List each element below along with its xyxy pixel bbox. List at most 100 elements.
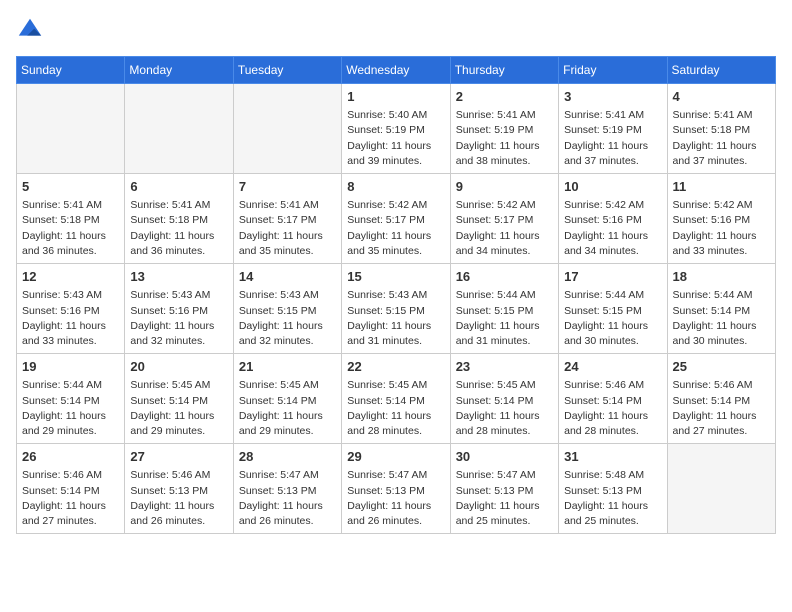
day-number: 12: [22, 268, 119, 286]
calendar-cell: 16 Sunrise: 5:44 AM Sunset: 5:15 PM Dayli…: [450, 264, 558, 354]
day-number: 29: [347, 448, 444, 466]
day-info: Sunrise: 5:42 AM Sunset: 5:17 PM Dayligh…: [347, 198, 444, 259]
calendar-cell: 18 Sunrise: 5:44 AM Sunset: 5:14 PM Dayli…: [667, 264, 775, 354]
day-info: Sunrise: 5:45 AM Sunset: 5:14 PM Dayligh…: [456, 378, 553, 439]
day-info: Sunrise: 5:44 AM Sunset: 5:14 PM Dayligh…: [673, 288, 770, 349]
day-number: 18: [673, 268, 770, 286]
calendar-cell: 15 Sunrise: 5:43 AM Sunset: 5:15 PM Dayli…: [342, 264, 450, 354]
day-number: 1: [347, 88, 444, 106]
day-number: 5: [22, 178, 119, 196]
day-info: Sunrise: 5:44 AM Sunset: 5:15 PM Dayligh…: [456, 288, 553, 349]
day-number: 23: [456, 358, 553, 376]
day-info: Sunrise: 5:43 AM Sunset: 5:15 PM Dayligh…: [347, 288, 444, 349]
day-info: Sunrise: 5:41 AM Sunset: 5:18 PM Dayligh…: [673, 108, 770, 169]
calendar-cell: 17 Sunrise: 5:44 AM Sunset: 5:15 PM Dayli…: [559, 264, 667, 354]
day-number: 30: [456, 448, 553, 466]
calendar-cell: 3 Sunrise: 5:41 AM Sunset: 5:19 PM Daylig…: [559, 84, 667, 174]
calendar-cell: 12 Sunrise: 5:43 AM Sunset: 5:16 PM Dayli…: [17, 264, 125, 354]
day-info: Sunrise: 5:42 AM Sunset: 5:17 PM Dayligh…: [456, 198, 553, 259]
day-info: Sunrise: 5:41 AM Sunset: 5:17 PM Dayligh…: [239, 198, 336, 259]
calendar-cell: [125, 84, 233, 174]
day-info: Sunrise: 5:41 AM Sunset: 5:19 PM Dayligh…: [456, 108, 553, 169]
day-number: 16: [456, 268, 553, 286]
day-info: Sunrise: 5:43 AM Sunset: 5:16 PM Dayligh…: [22, 288, 119, 349]
day-info: Sunrise: 5:40 AM Sunset: 5:19 PM Dayligh…: [347, 108, 444, 169]
day-info: Sunrise: 5:46 AM Sunset: 5:13 PM Dayligh…: [130, 468, 227, 529]
day-info: Sunrise: 5:43 AM Sunset: 5:15 PM Dayligh…: [239, 288, 336, 349]
day-number: 7: [239, 178, 336, 196]
calendar-cell: 2 Sunrise: 5:41 AM Sunset: 5:19 PM Daylig…: [450, 84, 558, 174]
week-row-4: 26Sunrise: 5:46 AM Sunset: 5:14 PM Dayli…: [17, 444, 776, 534]
calendar-cell: 5 Sunrise: 5:41 AM Sunset: 5:18 PM Daylig…: [17, 174, 125, 264]
weekday-header-friday: Friday: [559, 57, 667, 84]
calendar-cell: 20 Sunrise: 5:45 AM Sunset: 5:14 PM Dayli…: [125, 354, 233, 444]
day-info: Sunrise: 5:44 AM Sunset: 5:14 PM Dayligh…: [22, 378, 119, 439]
day-number: 31: [564, 448, 661, 466]
header: [16, 16, 776, 44]
day-info: Sunrise: 5:44 AM Sunset: 5:15 PM Dayligh…: [564, 288, 661, 349]
day-number: 13: [130, 268, 227, 286]
day-info: Sunrise: 5:47 AM Sunset: 5:13 PM Dayligh…: [456, 468, 553, 529]
calendar-table: SundayMondayTuesdayWednesdayThursdayFrid…: [16, 56, 776, 534]
day-number: 27: [130, 448, 227, 466]
day-number: 28: [239, 448, 336, 466]
calendar-cell: 1 Sunrise: 5:40 AM Sunset: 5:19 PM Daylig…: [342, 84, 450, 174]
day-info: Sunrise: 5:41 AM Sunset: 5:18 PM Dayligh…: [130, 198, 227, 259]
calendar-cell: 26Sunrise: 5:46 AM Sunset: 5:14 PM Dayli…: [17, 444, 125, 534]
day-number: 2: [456, 88, 553, 106]
calendar-cell: 29Sunrise: 5:47 AM Sunset: 5:13 PM Dayli…: [342, 444, 450, 534]
day-info: Sunrise: 5:45 AM Sunset: 5:14 PM Dayligh…: [347, 378, 444, 439]
weekday-header-saturday: Saturday: [667, 57, 775, 84]
day-number: 22: [347, 358, 444, 376]
day-number: 4: [673, 88, 770, 106]
day-number: 3: [564, 88, 661, 106]
calendar-cell: 11 Sunrise: 5:42 AM Sunset: 5:16 PM Dayli…: [667, 174, 775, 264]
day-info: Sunrise: 5:45 AM Sunset: 5:14 PM Dayligh…: [130, 378, 227, 439]
day-number: 8: [347, 178, 444, 196]
calendar-cell: 22 Sunrise: 5:45 AM Sunset: 5:14 PM Dayli…: [342, 354, 450, 444]
calendar-cell: 21Sunrise: 5:45 AM Sunset: 5:14 PM Dayli…: [233, 354, 341, 444]
weekday-header-thursday: Thursday: [450, 57, 558, 84]
day-number: 20: [130, 358, 227, 376]
day-info: Sunrise: 5:46 AM Sunset: 5:14 PM Dayligh…: [673, 378, 770, 439]
calendar-cell: [17, 84, 125, 174]
calendar-cell: [667, 444, 775, 534]
calendar-cell: 7 Sunrise: 5:41 AM Sunset: 5:17 PM Daylig…: [233, 174, 341, 264]
day-info: Sunrise: 5:42 AM Sunset: 5:16 PM Dayligh…: [564, 198, 661, 259]
day-info: Sunrise: 5:48 AM Sunset: 5:13 PM Dayligh…: [564, 468, 661, 529]
calendar-cell: 10 Sunrise: 5:42 AM Sunset: 5:16 PM Dayli…: [559, 174, 667, 264]
day-number: 24: [564, 358, 661, 376]
calendar-cell: [233, 84, 341, 174]
calendar-cell: 14Sunrise: 5:43 AM Sunset: 5:15 PM Dayli…: [233, 264, 341, 354]
calendar-cell: 8 Sunrise: 5:42 AM Sunset: 5:17 PM Daylig…: [342, 174, 450, 264]
calendar-cell: 9 Sunrise: 5:42 AM Sunset: 5:17 PM Daylig…: [450, 174, 558, 264]
calendar-cell: 4 Sunrise: 5:41 AM Sunset: 5:18 PM Daylig…: [667, 84, 775, 174]
day-info: Sunrise: 5:47 AM Sunset: 5:13 PM Dayligh…: [239, 468, 336, 529]
day-number: 11: [673, 178, 770, 196]
weekday-header-monday: Monday: [125, 57, 233, 84]
day-number: 9: [456, 178, 553, 196]
day-number: 10: [564, 178, 661, 196]
day-info: Sunrise: 5:41 AM Sunset: 5:18 PM Dayligh…: [22, 198, 119, 259]
day-info: Sunrise: 5:41 AM Sunset: 5:19 PM Dayligh…: [564, 108, 661, 169]
calendar-cell: 6 Sunrise: 5:41 AM Sunset: 5:18 PM Daylig…: [125, 174, 233, 264]
day-info: Sunrise: 5:43 AM Sunset: 5:16 PM Dayligh…: [130, 288, 227, 349]
calendar-cell: 28 Sunrise: 5:47 AM Sunset: 5:13 PM Dayli…: [233, 444, 341, 534]
calendar-cell: 13 Sunrise: 5:43 AM Sunset: 5:16 PM Dayli…: [125, 264, 233, 354]
calendar-cell: 25Sunrise: 5:46 AM Sunset: 5:14 PM Dayli…: [667, 354, 775, 444]
calendar-cell: 19 Sunrise: 5:44 AM Sunset: 5:14 PM Dayli…: [17, 354, 125, 444]
day-number: 17: [564, 268, 661, 286]
day-number: 15: [347, 268, 444, 286]
week-row-1: 5 Sunrise: 5:41 AM Sunset: 5:18 PM Daylig…: [17, 174, 776, 264]
calendar-cell: 27 Sunrise: 5:46 AM Sunset: 5:13 PM Dayli…: [125, 444, 233, 534]
weekday-header-sunday: Sunday: [17, 57, 125, 84]
calendar-cell: 24 Sunrise: 5:46 AM Sunset: 5:14 PM Dayli…: [559, 354, 667, 444]
weekday-header-row: SundayMondayTuesdayWednesdayThursdayFrid…: [17, 57, 776, 84]
calendar-cell: 23 Sunrise: 5:45 AM Sunset: 5:14 PM Dayli…: [450, 354, 558, 444]
day-info: Sunrise: 5:42 AM Sunset: 5:16 PM Dayligh…: [673, 198, 770, 259]
day-number: 19: [22, 358, 119, 376]
calendar-cell: 31 Sunrise: 5:48 AM Sunset: 5:13 PM Dayli…: [559, 444, 667, 534]
day-number: 6: [130, 178, 227, 196]
generalblue-logo-icon: [16, 16, 44, 44]
day-info: Sunrise: 5:46 AM Sunset: 5:14 PM Dayligh…: [564, 378, 661, 439]
